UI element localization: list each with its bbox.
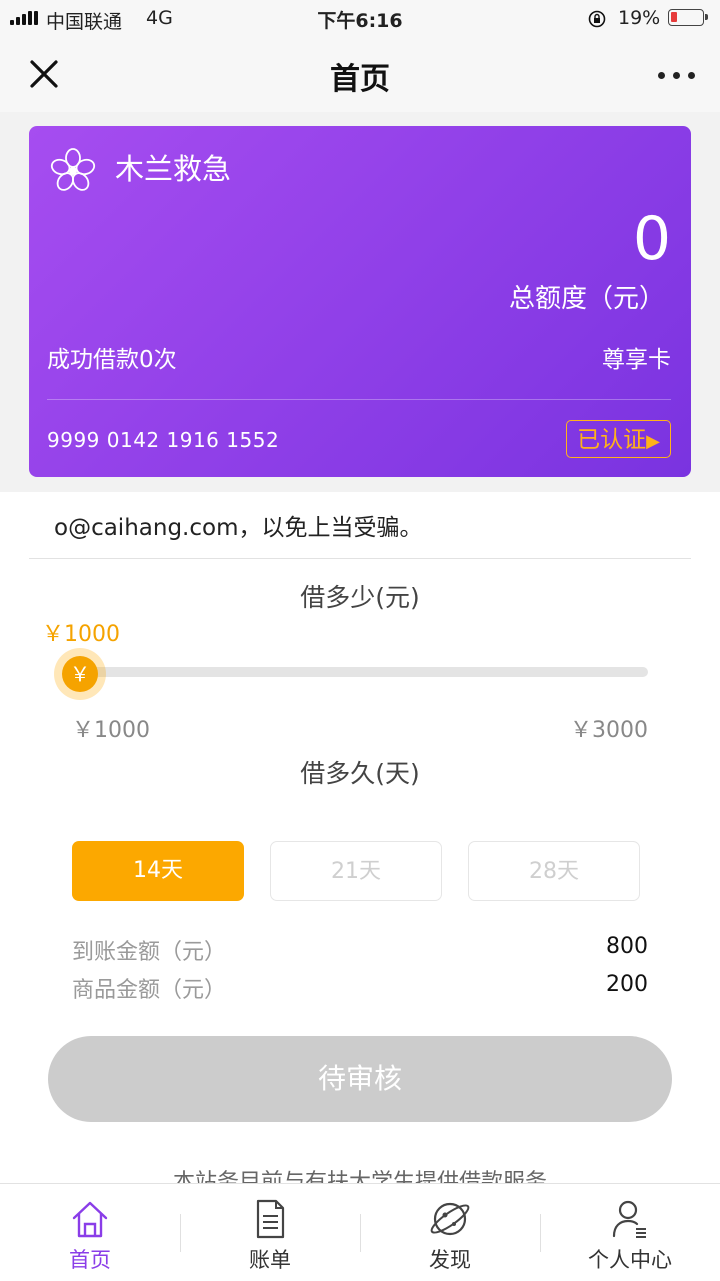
rotation-lock-icon [588,10,606,28]
duration-option-14[interactable]: 14天 [72,841,244,901]
loan-duration-title: 借多久(天) [300,759,420,788]
total-limit-label: 总额度（元） [508,284,665,314]
card-number: 9999 0142 1916 1552 [47,428,280,452]
loan-amount-title: 借多少(元) [300,583,420,612]
flower-logo-icon [50,148,96,191]
discover-icon [430,1202,470,1236]
tab-discover-label: 发现 [429,1248,471,1272]
duration-option-21[interactable]: 21天 [270,841,442,901]
close-icon[interactable] [24,54,64,94]
footer-partial-label: 本站务目前与有扶大学生提供借款服务 [172,1170,547,1184]
goods-amount-row: 商品金额（元） 200 [72,972,648,1006]
tab-home[interactable]: 首页 [0,1184,180,1281]
more-icon[interactable] [652,64,700,84]
loan-amount-slider[interactable] [72,667,648,677]
battery-percentage: 19% [618,7,661,29]
goods-amount-label: 商品金额（元） [72,978,227,1003]
tab-profile-label: 个人中心 [588,1248,672,1272]
nav-bar: 首页 [0,36,720,113]
duration-option-28[interactable]: 28天 [468,841,640,901]
total-limit-value: 0 [632,204,671,274]
received-amount-value: 800 [606,934,648,959]
loan-count: 成功借款0次 [47,347,177,373]
tab-profile[interactable]: 个人中心 [540,1184,720,1281]
yuan-icon: ￥ [62,656,98,692]
received-amount-label: 到账金额（元） [72,940,227,965]
page-title: 首页 [330,62,390,97]
status-time: 下午6:16 [317,10,403,32]
goods-amount-value: 200 [606,972,648,997]
notice-text: o@caihang.com，以免上当受骗。 [54,515,423,541]
verified-button[interactable]: 已认证▶ [566,420,671,458]
tab-discover[interactable]: 发现 [360,1184,540,1281]
pending-review-button[interactable]: 待审核 [48,1036,672,1122]
slider-thumb[interactable]: ￥ [54,648,106,700]
loan-amount-current: ￥1000 [42,622,120,647]
bill-icon [256,1199,285,1239]
loan-amount-max: ￥3000 [570,718,648,743]
card-divider [47,399,671,400]
tab-bill[interactable]: 账单 [180,1184,360,1281]
tab-bill-label: 账单 [249,1248,291,1272]
tab-home-label: 首页 [69,1248,111,1272]
credit-card: 木兰救急 0 总额度（元） 成功借款0次 尊享卡 9999 0142 1916 … [29,126,691,477]
footer-partial-text: 本站务目前与有扶大学生提供借款服务 [0,1170,720,1184]
play-arrow-icon: ▶ [646,431,660,452]
card-brand: 木兰救急 [115,152,232,186]
status-bar: 中国联通 4G 下午6:16 19% [0,0,720,36]
tab-bar: 首页 账单 发现 个人中心 [0,1183,720,1281]
received-amount-row: 到账金额（元） 800 [72,934,648,968]
home-icon [72,1201,108,1238]
battery-icon [668,9,708,26]
verified-label: 已认证 [577,427,647,453]
card-type: 尊享卡 [602,347,671,373]
loan-amount-min: ￥1000 [72,718,150,743]
notice-divider [29,558,691,559]
user-icon [612,1200,646,1238]
